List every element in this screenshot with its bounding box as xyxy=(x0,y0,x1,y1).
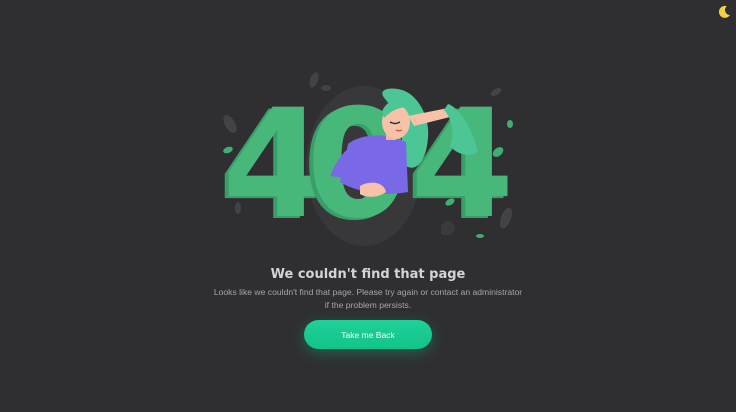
description-line-2: if the problem persists. xyxy=(324,299,412,310)
error-description: Looks like we couldn't find that page. P… xyxy=(208,286,528,311)
moon-icon xyxy=(718,5,730,18)
error-message: We couldn't find that page Looks like we… xyxy=(0,266,736,311)
svg-text:4: 4 xyxy=(410,78,514,250)
404-illustration: 4 4 0 0 4 4 xyxy=(218,72,514,250)
digit-4-right: 4 4 xyxy=(406,78,514,250)
description-line-1: Looks like we couldn't find that page. P… xyxy=(213,287,523,297)
not-found-page: 4 4 0 0 4 4 We couldn't find that page xyxy=(0,0,736,412)
theme-toggle[interactable] xyxy=(716,4,732,20)
page-title: We couldn't find that page xyxy=(270,267,466,282)
take-me-back-button[interactable]: Take me Back xyxy=(304,320,432,349)
